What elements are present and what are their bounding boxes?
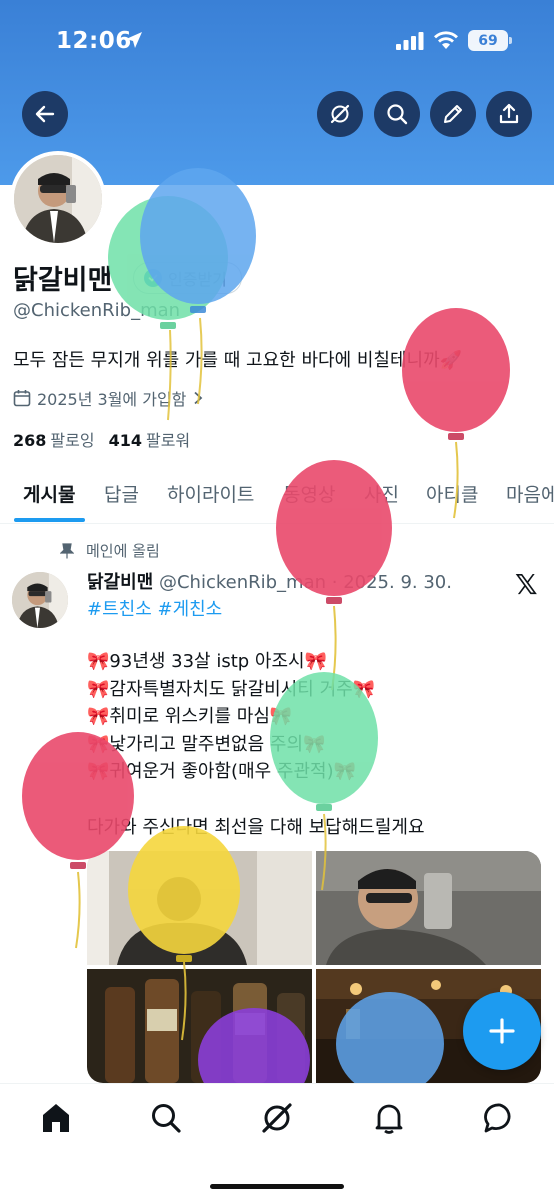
- home-indicator: [210, 1184, 344, 1189]
- compose-button[interactable]: [463, 992, 541, 1070]
- verified-badge-icon: [144, 269, 162, 287]
- grok-icon: [262, 1103, 292, 1133]
- tab-likes[interactable]: 마음에: [506, 480, 554, 507]
- profile-handle: @ChickenRib_man: [13, 300, 181, 321]
- nav-notifications[interactable]: [371, 1100, 407, 1136]
- media-photo-2[interactable]: [316, 851, 541, 965]
- pencil-icon: [444, 105, 462, 123]
- profile-avatar[interactable]: [10, 151, 106, 247]
- bottom-navigation: [0, 1083, 554, 1200]
- arrow-left-icon: [35, 105, 55, 123]
- follow-stats: 268 팔로잉 414 팔로워: [13, 427, 190, 451]
- followers-label: 팔로워: [145, 431, 191, 450]
- media-photo-1[interactable]: [87, 851, 312, 965]
- post-body: 🎀93년생 33살 istp 아조시🎀 🎀감자특별자치도 닭갈비시티 거주🎀 🎀…: [87, 648, 375, 786]
- joined-label: 2025년 3월에 가입함: [37, 390, 187, 409]
- signal-icon: [396, 31, 424, 50]
- share-button[interactable]: [486, 91, 532, 137]
- location-arrow-icon: [124, 30, 144, 54]
- edit-button[interactable]: [430, 91, 476, 137]
- tab-articles[interactable]: 아티클: [426, 480, 478, 507]
- calendar-icon: [13, 390, 31, 407]
- display-name: 닭갈비맨: [13, 265, 113, 296]
- active-tab-indicator: [14, 518, 85, 522]
- following-count: 268: [13, 431, 47, 450]
- following-label: 팔로잉: [50, 431, 95, 450]
- search-icon: [387, 104, 408, 125]
- post-meta: @ChickenRib_man · 2025. 9. 30.: [158, 572, 452, 593]
- post-line: 🎀감자특별자치도 닭갈비시티 거주🎀: [87, 678, 376, 700]
- joined-date[interactable]: 2025년 3월에 가입함: [13, 386, 204, 410]
- chat-bubble-icon: [484, 1103, 511, 1133]
- post-line: 🎀낯가리고 말주변없음 주의🎀: [87, 733, 326, 755]
- followers-link[interactable]: 414 팔로워: [109, 427, 191, 451]
- tab-photos[interactable]: 사진: [364, 480, 399, 507]
- post-line: 🎀귀여운거 좋아함(매우 주관적)🎀: [87, 761, 357, 782]
- status-time: 12:06: [56, 28, 132, 54]
- grok-button[interactable]: [317, 91, 363, 137]
- post-line: 🎀93년생 33살 istp 아조시🎀: [87, 651, 328, 672]
- profile-bio: 모두 잠든 무지개 위를 가를 때 고요한 바다에 비칠테니까🚀: [13, 350, 463, 371]
- nav-home[interactable]: [38, 1100, 74, 1136]
- tab-videos[interactable]: 동영상: [283, 480, 335, 507]
- nav-messages[interactable]: [482, 1100, 518, 1136]
- media-photo-3[interactable]: [87, 969, 312, 1083]
- x-logo-icon: 𝕏: [515, 568, 538, 601]
- nav-search[interactable]: [148, 1100, 184, 1136]
- followers-count: 414: [108, 431, 142, 450]
- post-header: 닭갈비맨 @ChickenRib_man · 2025. 9. 30.: [87, 568, 452, 594]
- tab-highlights[interactable]: 하이라이트: [167, 480, 254, 507]
- bell-icon: [375, 1104, 403, 1134]
- wifi-icon: [434, 31, 458, 49]
- back-button[interactable]: [22, 91, 68, 137]
- chevron-right-icon: [194, 391, 203, 405]
- tab-posts[interactable]: 게시물: [23, 480, 75, 507]
- home-icon: [43, 1104, 69, 1132]
- pinned-label: 메인에 올림: [86, 542, 160, 560]
- profile-tabs: 게시물 답글 하이라이트 동영상 사진 아티클 마음에: [0, 466, 554, 524]
- post-closing: 다가와 주신다면 최선을 다해 보답해드릴게요: [87, 817, 425, 838]
- following-link[interactable]: 268 팔로잉: [13, 427, 95, 451]
- share-icon: [499, 103, 519, 124]
- pin-icon: [60, 542, 74, 558]
- plus-icon: [489, 1018, 515, 1044]
- post-author[interactable]: 닭갈비맨: [87, 572, 153, 593]
- get-verified-button[interactable]: 인증받기: [133, 262, 242, 294]
- pinned-indicator: 메인에 올림: [60, 540, 160, 561]
- verify-label: 인증받기: [168, 270, 227, 289]
- grok-icon: [330, 104, 350, 124]
- post-hashtags[interactable]: #트친소 #게친소: [87, 595, 222, 621]
- search-button[interactable]: [374, 91, 420, 137]
- tab-replies[interactable]: 답글: [104, 480, 139, 507]
- search-icon: [152, 1104, 181, 1133]
- status-indicators: 69: [396, 30, 512, 51]
- post-avatar[interactable]: [12, 572, 68, 628]
- battery-indicator: 69: [468, 30, 512, 51]
- nav-grok[interactable]: [259, 1100, 295, 1136]
- post-line: 🎀취미로 위스키를 마심🎀: [87, 706, 293, 727]
